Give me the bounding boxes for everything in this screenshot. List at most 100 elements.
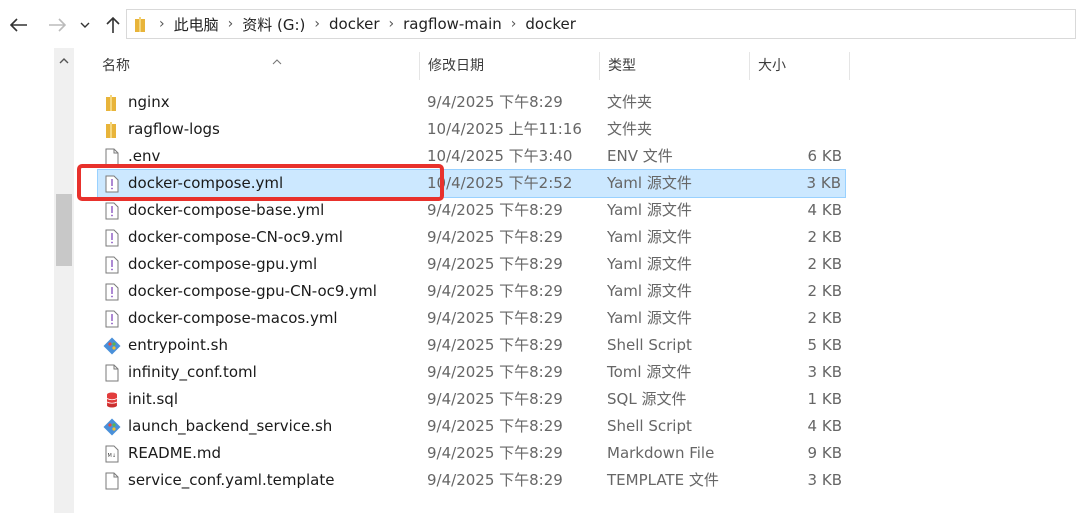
file-size: 1 KB [807, 390, 842, 408]
file-size: 6 KB [807, 147, 842, 165]
file-date: 10/4/2025 下午2:52 [427, 174, 573, 192]
file-name: init.sql [128, 390, 178, 408]
markdown-file-icon: M↓ [103, 440, 121, 467]
file-row[interactable]: docker-compose-CN-oc9.yml 9/4/2025 下午8:2… [98, 224, 858, 251]
yaml-file-icon [103, 251, 121, 278]
file-row[interactable]: infinity_conf.toml 9/4/2025 下午8:29 Toml … [98, 359, 858, 386]
file-type: 文件夹 [607, 120, 653, 138]
column-header-type-label: 类型 [608, 58, 636, 74]
file-row[interactable]: ragflow-logs 10/4/2025 上午11:16 文件夹 [98, 116, 858, 143]
file-name: service_conf.yaml.template [128, 471, 335, 489]
file-list: nginx 9/4/2025 下午8:29 文件夹 ragflow-logs 1… [97, 89, 858, 494]
column-header-date[interactable]: 修改日期 [420, 48, 600, 84]
scroll-up-icon[interactable] [58, 54, 70, 66]
file-date: 9/4/2025 下午8:29 [427, 228, 563, 246]
chevron-right-icon[interactable]: › [228, 16, 234, 32]
file-date: 9/4/2025 下午8:29 [427, 255, 563, 273]
file-size: 4 KB [807, 417, 842, 435]
breadcrumb-drive-g[interactable]: 资料 (G:) [242, 14, 305, 35]
chevron-right-icon[interactable]: › [314, 16, 320, 32]
column-header-size[interactable]: 大小 [750, 48, 850, 84]
arrow-up-icon[interactable] [102, 14, 124, 36]
file-size: 3 KB [806, 174, 841, 192]
file-size: 2 KB [807, 255, 842, 273]
file-row[interactable]: service_conf.yaml.template 9/4/2025 下午8:… [98, 467, 858, 494]
file-row[interactable]: init.sql 9/4/2025 下午8:29 SQL 源文件 1 KB [98, 386, 858, 413]
breadcrumb-ragflow-main[interactable]: ragflow-main [403, 15, 502, 33]
file-name: docker-compose-macos.yml [128, 309, 338, 327]
chevron-right-icon[interactable]: › [511, 16, 517, 32]
file-date: 9/4/2025 下午8:29 [427, 363, 563, 381]
chevron-down-icon[interactable] [77, 14, 93, 36]
vertical-scrollbar[interactable] [54, 48, 74, 513]
file-date: 9/4/2025 下午8:29 [427, 336, 563, 354]
file-row[interactable]: docker-compose-gpu-CN-oc9.yml 9/4/2025 下… [98, 278, 858, 305]
breadcrumb-docker[interactable]: docker [329, 15, 380, 33]
file-name: launch_backend_service.sh [128, 417, 333, 435]
address-bar[interactable]: › 此电脑 › 资料 (G:) › docker › ragflow-main … [126, 9, 1076, 39]
arrow-right-icon[interactable] [46, 14, 68, 36]
file-date: 9/4/2025 下午8:29 [427, 93, 563, 111]
file-size: 2 KB [807, 228, 842, 246]
yaml-file-icon [103, 224, 121, 251]
file-name: docker-compose-gpu-CN-oc9.yml [128, 282, 377, 300]
file-row[interactable]: launch_backend_service.sh 9/4/2025 下午8:2… [98, 413, 858, 440]
file-date: 9/4/2025 下午8:29 [427, 444, 563, 462]
file-date: 10/4/2025 上午11:16 [427, 120, 582, 138]
folder-icon [135, 17, 149, 32]
file-date: 9/4/2025 下午8:29 [427, 201, 563, 219]
file-type: Shell Script [607, 417, 692, 435]
file-date: 9/4/2025 下午8:29 [427, 417, 563, 435]
file-size: 4 KB [807, 201, 842, 219]
file-type: ENV 文件 [607, 147, 673, 165]
file-size: 3 KB [807, 363, 842, 381]
sql-file-icon [103, 386, 121, 413]
file-row[interactable]: docker-compose-gpu.yml 9/4/2025 下午8:29 Y… [98, 251, 858, 278]
scrollbar-thumb[interactable] [56, 194, 72, 266]
file-size: 3 KB [807, 471, 842, 489]
file-row[interactable]: entrypoint.sh 9/4/2025 下午8:29 Shell Scri… [98, 332, 858, 359]
file-type: SQL 源文件 [607, 390, 687, 408]
column-header-size-label: 大小 [758, 58, 786, 74]
chevron-right-icon[interactable]: › [389, 16, 395, 32]
file-name: entrypoint.sh [128, 336, 229, 354]
column-header-name[interactable]: 名称 [94, 48, 420, 84]
file-name: infinity_conf.toml [128, 363, 257, 381]
file-name: nginx [128, 93, 170, 111]
file-date: 9/4/2025 下午8:29 [427, 309, 563, 327]
file-size: 2 KB [807, 282, 842, 300]
file-row[interactable]: nginx 9/4/2025 下午8:29 文件夹 [98, 89, 858, 116]
file-type: Yaml 源文件 [607, 201, 692, 219]
arrow-left-icon[interactable] [8, 14, 30, 36]
file-type: Yaml 源文件 [607, 174, 692, 192]
file-row[interactable]: docker-compose-base.yml 9/4/2025 下午8:29 … [98, 197, 858, 224]
chevron-right-icon[interactable]: › [159, 16, 165, 32]
file-date: 10/4/2025 下午3:40 [427, 147, 573, 165]
file-date: 9/4/2025 下午8:29 [427, 282, 563, 300]
folder-icon [103, 116, 121, 143]
sort-ascending-icon [272, 44, 282, 80]
breadcrumb-this-pc[interactable]: 此电脑 [174, 14, 219, 35]
file-icon [103, 359, 121, 386]
column-header-name-label: 名称 [102, 58, 130, 74]
file-size: 9 KB [807, 444, 842, 462]
file-type: Shell Script [607, 336, 692, 354]
file-row[interactable]: M↓ README.md 9/4/2025 下午8:29 Markdown Fi… [98, 440, 858, 467]
breadcrumb-docker-current[interactable]: docker [525, 15, 576, 33]
file-name: ragflow-logs [128, 120, 220, 138]
file-name: docker-compose-base.yml [128, 201, 325, 219]
file-date: 9/4/2025 下午8:29 [427, 390, 563, 408]
yaml-file-icon [103, 305, 121, 332]
column-header-type[interactable]: 类型 [600, 48, 750, 84]
file-type: Yaml 源文件 [607, 255, 692, 273]
annotation-highlight-box [77, 164, 444, 201]
file-type: Yaml 源文件 [607, 282, 692, 300]
file-type: 文件夹 [607, 93, 653, 111]
column-header-date-label: 修改日期 [428, 58, 484, 74]
git-shell-icon [103, 413, 121, 440]
file-row[interactable]: docker-compose-macos.yml 9/4/2025 下午8:29… [98, 305, 858, 332]
file-size: 5 KB [807, 336, 842, 354]
file-icon [103, 467, 121, 494]
file-date: 9/4/2025 下午8:29 [427, 471, 563, 489]
yaml-file-icon [103, 197, 121, 224]
